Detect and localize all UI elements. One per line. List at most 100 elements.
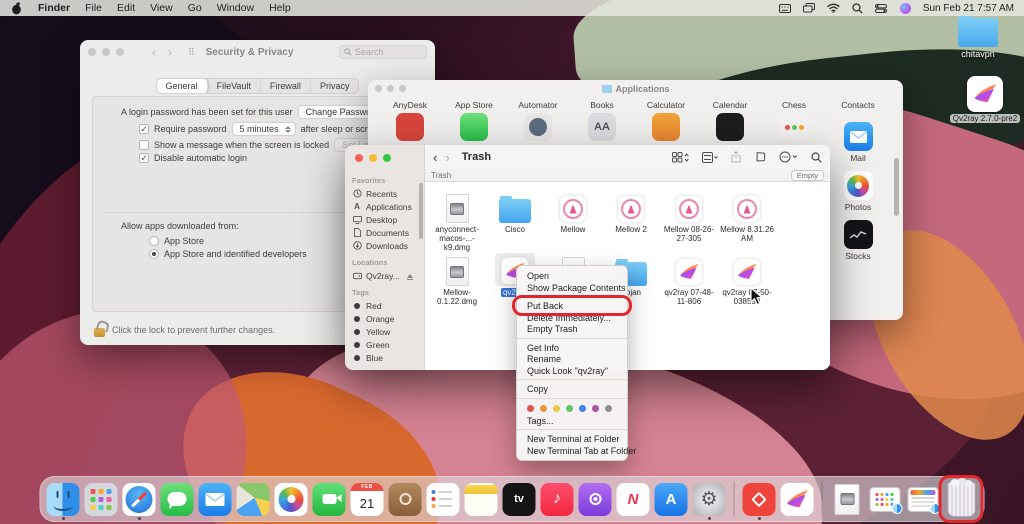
dock-minimized-applications[interactable] — [868, 479, 903, 519]
dock-safari[interactable] — [122, 479, 157, 519]
app-label[interactable]: Calculator — [634, 100, 698, 110]
dock-finder[interactable] — [46, 479, 81, 519]
dock-trash[interactable] — [944, 479, 979, 519]
dock-reminders[interactable] — [426, 479, 461, 519]
app-label[interactable]: Calendar — [698, 100, 762, 110]
menu-file[interactable]: File — [85, 2, 102, 14]
app-mellow-2[interactable]: Mellow 2 — [602, 190, 660, 253]
dock-music[interactable]: ♪ — [540, 479, 575, 519]
menu-finder[interactable]: Finder — [38, 2, 70, 14]
desktop-icon-qv2ray[interactable]: Qv2ray 2.7.0-pre2 — [947, 76, 1023, 123]
scrollbar[interactable] — [894, 158, 899, 216]
dock-notes[interactable] — [464, 479, 499, 519]
show-message-checkbox[interactable] — [139, 140, 149, 150]
menu-item-copy[interactable]: Copy — [517, 383, 627, 395]
menu-item-empty-trash[interactable]: Empty Trash — [517, 323, 627, 335]
forward-button[interactable]: › — [168, 45, 172, 59]
app-mellow-3[interactable]: Mellow 08-26-27-305 — [660, 190, 718, 253]
sidebar-scrollbar[interactable] — [419, 183, 423, 239]
app-qv2ray-2[interactable]: qv2ray 07-48-11-806 — [660, 253, 718, 306]
sidebar-tag-red[interactable]: Red — [352, 299, 421, 312]
app-label[interactable]: AnyDesk — [378, 100, 442, 110]
search-icon[interactable] — [811, 152, 822, 163]
app-label[interactable]: Photos — [845, 202, 871, 212]
zoom-button[interactable] — [116, 48, 124, 56]
tab-privacy[interactable]: Privacy — [311, 79, 359, 93]
menu-item-quick-look[interactable]: Quick Look "qv2ray" — [517, 365, 627, 377]
minimize-button[interactable] — [387, 85, 394, 92]
app-icon[interactable] — [716, 113, 744, 141]
stocks-app-icon[interactable] — [844, 220, 873, 249]
back-button[interactable]: ‹ — [433, 150, 437, 165]
tag-blue[interactable] — [579, 405, 586, 412]
close-button[interactable] — [88, 48, 96, 56]
dock-facetime[interactable] — [312, 479, 347, 519]
app-qv2ray-3[interactable]: qv2ray 07-50-038592 — [718, 253, 776, 306]
app-label[interactable]: Stocks — [845, 251, 871, 261]
app-label[interactable]: Automator — [506, 100, 570, 110]
spotlight-icon[interactable] — [851, 2, 864, 14]
tag-gray[interactable] — [605, 405, 612, 412]
menu-window[interactable]: Window — [217, 2, 254, 14]
dock-contacts[interactable] — [388, 479, 423, 519]
dock-system-preferences[interactable]: ⚙ — [692, 479, 727, 519]
app-label[interactable]: Books — [570, 100, 634, 110]
app-icon[interactable] — [652, 113, 680, 141]
zoom-button[interactable] — [383, 154, 391, 162]
zoom-button[interactable] — [399, 85, 406, 92]
forward-button[interactable]: › — [445, 150, 449, 165]
menu-item-new-terminal-tab[interactable]: New Terminal Tab at Folder — [517, 445, 627, 457]
dock-photos[interactable] — [274, 479, 309, 519]
sidebar-item-qv2ray-volume[interactable]: Qv2ray... — [352, 269, 421, 282]
app-label[interactable]: Chess — [762, 100, 826, 110]
dock-maps[interactable] — [236, 479, 271, 519]
tag-purple[interactable] — [592, 405, 599, 412]
tag-red[interactable] — [527, 405, 534, 412]
menu-edit[interactable]: Edit — [117, 2, 135, 14]
app-mellow[interactable]: Mellow — [544, 190, 602, 253]
menu-bar-clock[interactable]: Sun Feb 21 7:57 AM — [923, 3, 1014, 14]
dock-launchpad[interactable] — [84, 479, 119, 519]
menu-go[interactable]: Go — [188, 2, 202, 14]
dock-news[interactable]: N — [616, 479, 651, 519]
file-anyconnect-dmg[interactable]: anyconnect-macos-...-k9.dmg — [428, 190, 486, 253]
dock-anydesk[interactable] — [742, 479, 777, 519]
dock-mail[interactable] — [198, 479, 233, 519]
app-icon[interactable] — [396, 113, 424, 141]
tag-green[interactable] — [566, 405, 573, 412]
apple-menu[interactable] — [10, 2, 23, 14]
interval-select[interactable]: 5 minutes — [232, 122, 296, 136]
siri-icon[interactable] — [899, 2, 912, 14]
view-options-icon[interactable] — [672, 152, 689, 163]
tag-icon[interactable] — [754, 151, 766, 163]
dock-disk-image[interactable] — [830, 479, 865, 519]
app-label[interactable]: Mail — [850, 153, 866, 163]
tab-firewall[interactable]: Firewall — [261, 79, 311, 93]
require-password-checkbox[interactable]: ✓ — [139, 124, 149, 134]
minimize-button[interactable] — [369, 154, 377, 162]
dock-minimized-window[interactable] — [906, 479, 941, 519]
dock-appstore[interactable]: A — [654, 479, 689, 519]
wifi-icon[interactable] — [827, 2, 840, 14]
sidebar-tag-blue[interactable]: Blue — [352, 351, 421, 364]
app-label[interactable]: Contacts — [826, 100, 890, 110]
eject-icon[interactable] — [407, 274, 413, 278]
app-icon[interactable] — [460, 113, 488, 141]
titlebar[interactable]: ‹ › ⠿ Security & Privacy Search — [80, 40, 435, 64]
sidebar-tag-yellow[interactable]: Yellow — [352, 325, 421, 338]
tag-yellow[interactable] — [553, 405, 560, 412]
sidebar-item-downloads[interactable]: Downloads — [352, 239, 421, 252]
identified-developers-radio[interactable] — [149, 249, 159, 259]
back-button[interactable]: ‹ — [152, 45, 156, 59]
sidebar-tag-orange[interactable]: Orange — [352, 312, 421, 325]
menu-help[interactable]: Help — [269, 2, 291, 14]
sidebar-item-documents[interactable]: Documents — [352, 226, 421, 239]
search-field[interactable]: Search — [339, 45, 427, 59]
app-mellow-4[interactable]: Mellow 8.31.26 AM — [718, 190, 776, 253]
app-label[interactable]: App Store — [442, 100, 506, 110]
close-button[interactable] — [355, 154, 363, 162]
dock-qv2ray[interactable] — [780, 479, 815, 519]
tab-general[interactable]: General — [157, 79, 208, 93]
dock-messages[interactable] — [160, 479, 195, 519]
more-actions-icon[interactable] — [779, 151, 798, 163]
